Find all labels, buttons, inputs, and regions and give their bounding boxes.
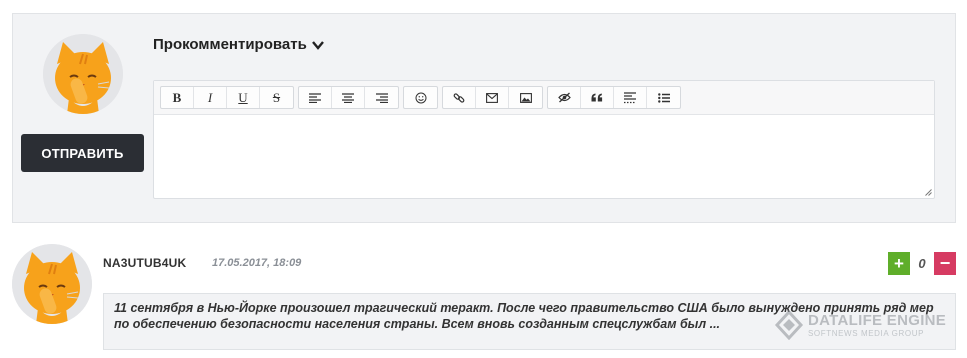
emoji-group [403,86,438,109]
dle-logo-icon [774,310,804,340]
comment-textarea[interactable] [154,115,934,198]
comment-editor: B I U S [153,80,935,199]
link-icon [453,92,465,103]
list-button[interactable] [647,87,680,108]
send-button[interactable]: ОТПРАВИТЬ [21,134,144,172]
hide-icon [557,92,571,103]
italic-button[interactable]: I [194,87,227,108]
strikethrough-button[interactable]: S [260,87,293,108]
cat-avatar-icon [12,244,92,324]
quote-icon [591,93,603,102]
cat-avatar-icon [43,34,123,114]
bold-button[interactable]: B [161,87,194,108]
watermark-title: DATALIFE ENGINE [808,311,947,329]
align-left-button[interactable] [299,87,332,108]
image-icon [519,92,532,103]
spoiler-icon [624,91,636,103]
align-center-button[interactable] [332,87,365,108]
smiley-icon [415,92,426,103]
align-right-icon [375,92,388,103]
quote-button[interactable] [581,87,614,108]
underline-button[interactable]: U [227,87,260,108]
insert-group [442,86,543,109]
align-left-icon [309,92,321,103]
comment-author-link[interactable]: NA3UTUB4UK [103,256,186,270]
comment-form-title: Прокомментировать [153,36,307,53]
email-button[interactable] [476,87,509,108]
underline-icon: U [238,89,248,105]
resize-handle-icon[interactable] [924,188,932,196]
rate-plus-button[interactable]: + [888,252,910,275]
align-group [298,86,399,109]
comment-rating: + 0 − [888,252,956,275]
hide-button[interactable] [548,87,581,108]
chevron-down-icon [311,40,324,50]
comment-avatar [12,244,92,324]
align-right-button[interactable] [365,87,398,108]
strikethrough-icon: S [272,89,281,105]
text-style-group: B I U S [160,86,294,109]
comment-form-toggle[interactable]: Прокомментировать [153,36,325,53]
smiley-button[interactable] [404,87,437,108]
avatar [43,34,123,114]
watermark-subtitle: SOFTNEWS MEDIA GROUP [808,328,925,338]
watermark-text: DATALIFE ENGINE SOFTNEWS MEDIA GROUP [808,313,946,338]
email-icon [486,92,498,103]
spoiler-button[interactable] [614,87,647,108]
rate-minus-button[interactable]: − [934,252,956,275]
format-group [547,86,681,109]
align-center-icon [342,92,354,103]
link-button[interactable] [443,87,476,108]
datalife-engine-watermark: DATALIFE ENGINE SOFTNEWS MEDIA GROUP [774,310,946,340]
comment-date: 17.05.2017, 18:09 [212,257,302,269]
rating-value: 0 [910,252,934,275]
italic-icon: I [207,89,213,105]
add-comment-panel: ОТПРАВИТЬ Прокомментировать B I U S [12,13,956,223]
editor-toolbar: B I U S [154,81,934,115]
image-button[interactable] [509,87,542,108]
bold-icon: B [172,89,182,105]
list-icon [657,92,670,103]
